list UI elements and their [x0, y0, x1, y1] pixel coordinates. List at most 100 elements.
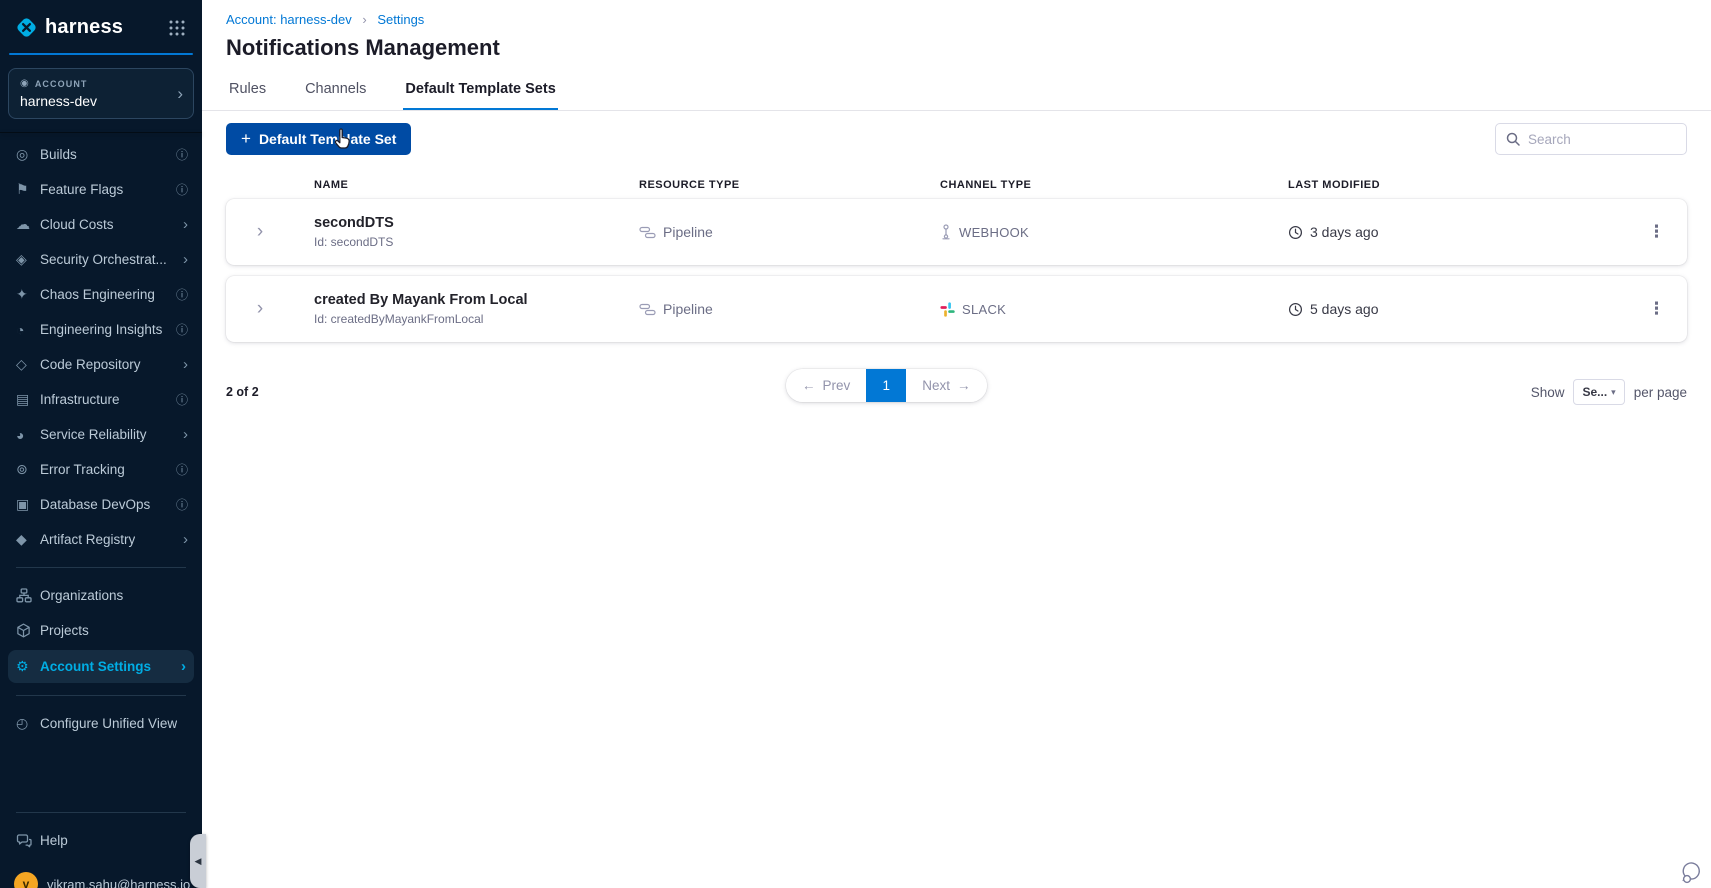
info-icon[interactable]: ⓘ — [176, 321, 188, 338]
info-icon[interactable]: ⓘ — [176, 461, 188, 478]
sidebar-collapse-handle[interactable]: ◀ — [190, 834, 206, 888]
sidebar-divider — [16, 567, 186, 568]
column-header-channel-type: CHANNEL TYPE — [940, 179, 1032, 191]
per-page-label: per page — [1633, 384, 1687, 400]
user-profile[interactable]: v vikram.sahu@harness.io — [0, 864, 202, 888]
tab-channels[interactable]: Channels — [303, 74, 368, 110]
pipeline-icon — [639, 226, 656, 238]
tab-rules[interactable]: Rules — [227, 74, 268, 110]
row-expand-chevron-icon[interactable]: › — [240, 298, 280, 320]
page-title: Notifications Management — [226, 35, 500, 60]
sidebar-item-chaos-engineering[interactable]: ✦ Chaos Engineering ⓘ — [0, 277, 202, 312]
sidebar-item-account-settings[interactable]: ⚙ Account Settings › — [8, 650, 194, 683]
code-repository-icon: ◇ — [16, 356, 27, 372]
sidebar-item-projects[interactable]: Projects — [0, 613, 202, 648]
sidebar-item-organizations[interactable]: Organizations — [0, 578, 202, 613]
name-cell: created By Mayank From Local Id: created… — [314, 292, 639, 326]
prev-page-button[interactable]: ← Prev — [786, 369, 867, 402]
sidebar-item-engineering-insights[interactable]: ◔ Engineering Insights ⓘ — [0, 312, 202, 347]
column-header-resource-type: RESOURCE TYPE — [639, 179, 740, 191]
account-label: ACCOUNT — [34, 78, 88, 89]
main-content: Account: harness-dev › Settings Notifica… — [202, 0, 1711, 888]
tab-default-template-sets[interactable]: Default Template Sets — [403, 74, 557, 110]
tab-bar: Rules Channels Default Template Sets — [202, 74, 1711, 111]
info-icon[interactable]: ⓘ — [176, 496, 188, 513]
arrow-right-icon: → — [957, 378, 971, 393]
account-switcher[interactable]: ◉ ACCOUNT harness-dev › — [8, 68, 194, 119]
sidebar-divider — [16, 695, 186, 696]
sidebar-item-security-orchestration[interactable]: ◈ Security Orchestrat... › — [0, 242, 202, 277]
table-header-row: NAME RESOURCE TYPE CHANNEL TYPE LAST MOD… — [226, 179, 1687, 191]
template-set-id: Id: secondDTS — [314, 235, 394, 249]
engineering-insights-icon: ◔ — [16, 321, 25, 338]
chevron-right-icon: › — [183, 216, 188, 233]
info-icon[interactable]: ⓘ — [176, 146, 188, 163]
sidebar-modules-nav: ◎ Builds ⓘ ⚑ Feature Flags ⓘ ☁ Cloud Cos… — [0, 133, 202, 557]
sidebar-account-nav: Organizations Projects ⚙ Account Setting… — [0, 578, 202, 685]
sidebar-item-artifact-registry[interactable]: ◆ Artifact Registry › — [0, 522, 202, 557]
sidebar-item-cloud-costs[interactable]: ☁ Cloud Costs › — [0, 207, 202, 242]
search-input[interactable] — [1528, 131, 1676, 147]
harness-logo[interactable]: harness — [14, 15, 123, 40]
breadcrumb-account-link[interactable]: Account: harness-dev — [226, 12, 352, 27]
page-size-select[interactable]: Se... ▾ — [1573, 379, 1625, 405]
info-icon[interactable]: ⓘ — [176, 181, 188, 198]
search-icon — [1506, 132, 1520, 146]
result-count: 2 of 2 — [226, 385, 259, 399]
template-set-name[interactable]: created By Mayank From Local — [314, 292, 639, 308]
slack-icon — [940, 301, 955, 317]
channel-type-cell: WEBHOOK — [940, 224, 1288, 240]
sidebar-item-help[interactable]: Help — [0, 823, 202, 858]
sidebar-header: harness — [0, 0, 202, 53]
row-expand-chevron-icon[interactable]: › — [240, 221, 280, 243]
collapse-arrow-icon: ◀ — [194, 855, 202, 866]
harness-logo-icon — [17, 18, 36, 37]
database-devops-icon: ▣ — [16, 496, 30, 512]
support-chat-icon[interactable] — [1679, 858, 1705, 884]
row-menu-kebab-icon[interactable]: ⋮ — [1627, 300, 1687, 317]
toolbar: + Default Template Set — [202, 111, 1711, 155]
next-page-button[interactable]: Next → — [906, 369, 987, 402]
apps-grid-icon[interactable] — [168, 19, 186, 37]
sidebar-item-feature-flags[interactable]: ⚑ Feature Flags ⓘ — [0, 172, 202, 207]
sidebar-item-infrastructure[interactable]: ▤ Infrastructure ⓘ — [0, 382, 202, 417]
plus-icon: + — [241, 128, 251, 148]
organizations-icon — [16, 588, 40, 603]
sidebar-item-error-tracking[interactable]: ⊚ Error Tracking ⓘ — [0, 452, 202, 487]
sidebar-bottom: Help v vikram.sahu@harness.io — [0, 802, 202, 888]
info-icon[interactable]: ⓘ — [176, 391, 188, 408]
clock-icon — [1288, 302, 1303, 316]
error-tracking-icon: ⊚ — [16, 461, 28, 477]
sidebar-item-configure-unified-view[interactable]: ◴ Configure Unified View — [0, 706, 202, 741]
builds-icon: ◎ — [16, 146, 29, 162]
name-cell: secondDTS Id: secondDTS — [314, 215, 639, 249]
sidebar-accent-line — [9, 53, 193, 55]
arrow-left-icon: ← — [802, 378, 816, 393]
sidebar-item-service-reliability[interactable]: ◕ Service Reliability › — [0, 417, 202, 452]
template-set-name[interactable]: secondDTS — [314, 215, 639, 231]
account-value: harness-dev — [20, 93, 98, 109]
table-row[interactable]: › created By Mayank From Local Id: creat… — [226, 276, 1687, 342]
page-number-1[interactable]: 1 — [866, 369, 907, 402]
account-icon: ◉ — [20, 78, 30, 89]
sidebar-item-database-devops[interactable]: ▣ Database DevOps ⓘ — [0, 487, 202, 522]
chevron-right-icon: › — [183, 251, 188, 268]
page-size-group: Show Se... ▾ per page — [1531, 379, 1687, 405]
feature-flags-icon: ⚑ — [16, 181, 29, 197]
sidebar-item-code-repository[interactable]: ◇ Code Repository › — [0, 347, 202, 382]
info-icon[interactable]: ⓘ — [176, 286, 188, 303]
chevron-right-icon: › — [177, 83, 183, 103]
row-menu-kebab-icon[interactable]: ⋮ — [1627, 223, 1687, 240]
avatar[interactable]: v — [14, 872, 38, 888]
search-box[interactable] — [1495, 123, 1687, 155]
sidebar-divider — [16, 812, 186, 813]
resource-type-cell: Pipeline — [639, 224, 940, 240]
chevron-right-icon: › — [183, 426, 188, 443]
table-row[interactable]: › secondDTS Id: secondDTS Pipeline WEBHO… — [226, 199, 1687, 265]
service-reliability-icon: ◕ — [16, 426, 25, 443]
sidebar-item-builds[interactable]: ◎ Builds ⓘ — [0, 137, 202, 172]
configure-view-icon: ◴ — [16, 715, 29, 731]
new-default-template-set-button[interactable]: + Default Template Set — [226, 123, 412, 155]
user-email: vikram.sahu@harness.io — [47, 876, 191, 888]
breadcrumb-settings-link[interactable]: Settings — [377, 12, 424, 27]
